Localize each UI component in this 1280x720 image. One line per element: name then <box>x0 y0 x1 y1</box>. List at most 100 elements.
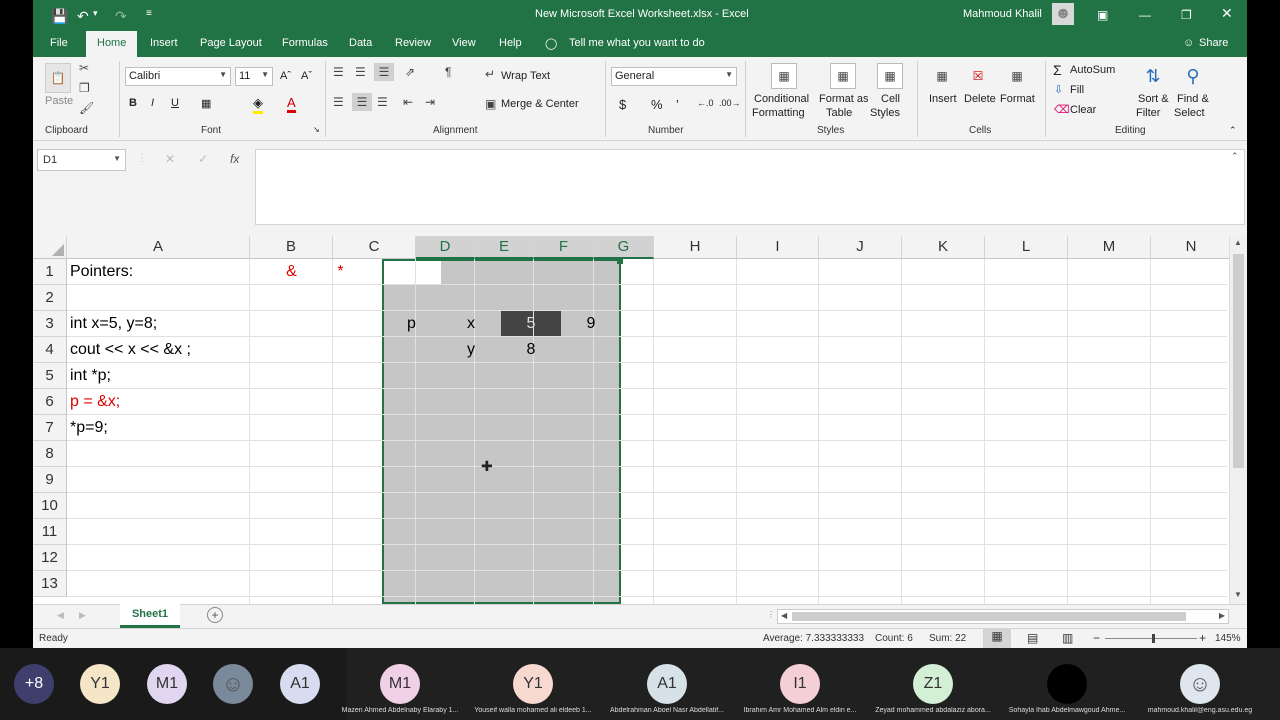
merge-center-button[interactable]: Merge & Center <box>501 98 579 110</box>
insert-cells-button[interactable]: Insert <box>929 93 957 105</box>
cell-A7[interactable]: *p=9; <box>70 415 108 441</box>
tab-data[interactable]: Data <box>349 37 372 49</box>
name-box[interactable]: D1 ▼ <box>37 149 126 171</box>
text-direction-icon[interactable]: ¶ <box>445 65 451 79</box>
delete-cells-button[interactable]: Delete <box>964 93 996 105</box>
underline-button[interactable]: U <box>171 97 179 109</box>
bold-button[interactable]: B <box>129 97 137 109</box>
zoom-slider[interactable] <box>1105 638 1197 639</box>
undo-dropdown-icon[interactable]: ▾ <box>93 8 98 19</box>
conditional-formatting-line1[interactable]: Conditional <box>754 93 809 105</box>
column-header-L[interactable]: L <box>985 236 1068 259</box>
find-select-line2[interactable]: Select <box>1174 107 1205 119</box>
clear-button[interactable]: Clear <box>1070 104 1096 116</box>
cell-C1[interactable]: * <box>299 259 382 285</box>
participant-avatar[interactable]: ☺ <box>213 664 253 704</box>
collapse-ribbon-icon[interactable]: ⌃ <box>1229 125 1237 136</box>
collapse-formula-bar-icon[interactable]: ⌃ <box>1231 151 1239 162</box>
horizontal-scrollbar[interactable]: ◀ ▶ <box>777 609 1229 624</box>
cell-G3[interactable]: 9 <box>561 311 621 337</box>
minimize-icon[interactable]: — <box>1139 8 1151 22</box>
format-as-table-line1[interactable]: Format as <box>819 93 869 105</box>
column-header-B[interactable]: B <box>250 236 333 259</box>
share-button[interactable]: Share <box>1199 37 1228 49</box>
format-painter-icon[interactable]: 🖌 <box>79 101 94 115</box>
sort-filter-line2[interactable]: Filter <box>1136 107 1160 119</box>
cell-A1[interactable]: Pointers: <box>70 259 133 285</box>
normal-view-icon[interactable]: ▦ <box>983 629 1011 648</box>
select-all-corner[interactable] <box>33 236 67 259</box>
page-layout-view-icon[interactable]: ▤ <box>1027 631 1038 645</box>
zoom-in-icon[interactable]: + <box>1199 631 1206 645</box>
participant-avatar[interactable]: Y1 <box>80 664 120 704</box>
prev-sheet-icon[interactable]: ◀ <box>57 610 64 621</box>
number-format-select[interactable]: General ▼ <box>611 67 737 86</box>
tab-view[interactable]: View <box>452 37 476 49</box>
format-as-table-line2[interactable]: Table <box>826 107 852 119</box>
column-header-H[interactable]: H <box>654 236 737 259</box>
cancel-icon[interactable]: ✕ <box>165 152 175 166</box>
user-avatar[interactable]: ☻ <box>1052 3 1074 25</box>
font-size-select[interactable]: 11 ▼ <box>235 67 273 86</box>
participant-avatar[interactable]: A1 <box>647 664 687 704</box>
bottom-align-icon[interactable]: ☰ <box>374 63 394 81</box>
sheet-tab-sheet1[interactable]: Sheet1 <box>120 604 180 628</box>
participant-avatar[interactable]: M1 <box>147 664 187 704</box>
middle-align-icon[interactable]: ☰ <box>355 65 366 79</box>
paste-icon[interactable]: 📋 <box>45 63 71 93</box>
column-header-C[interactable]: C <box>333 236 416 259</box>
font-color-icon[interactable]: A <box>287 95 296 113</box>
fill-button[interactable]: Fill <box>1070 84 1084 96</box>
currency-button[interactable]: $ <box>619 97 626 112</box>
zoom-out-icon[interactable]: − <box>1093 631 1100 645</box>
participant-avatar[interactable]: Z1 <box>913 664 953 704</box>
participant-avatar[interactable]: A1 <box>280 664 320 704</box>
font-dialog-launcher-icon[interactable]: ↘ <box>313 125 320 134</box>
format-cells-button[interactable]: Format <box>1000 93 1035 105</box>
status-average[interactable]: Average: 7.333333333 <box>763 633 864 644</box>
column-header-D[interactable]: D <box>416 236 475 259</box>
decrease-font-icon[interactable]: Aˇ <box>301 70 312 82</box>
tab-file[interactable]: File <box>50 37 68 49</box>
tab-review[interactable]: Review <box>395 37 431 49</box>
italic-button[interactable]: I <box>151 97 154 109</box>
participant-avatar[interactable]: +8 <box>14 664 54 704</box>
status-count[interactable]: Count: 6 <box>875 633 913 644</box>
row-header-5[interactable]: 5 <box>33 363 67 389</box>
save-icon[interactable]: 💾 <box>51 8 68 25</box>
participant-avatar[interactable]: M1 <box>380 664 420 704</box>
increase-decimal-icon[interactable]: ←.0 <box>697 98 714 108</box>
percent-button[interactable]: % <box>651 97 663 112</box>
find-select-line1[interactable]: Find & <box>1177 93 1209 105</box>
vertical-scrollbar[interactable]: ▲ ▼ <box>1229 236 1247 604</box>
align-center-icon[interactable]: ☰ <box>352 93 372 111</box>
active-cell-D1[interactable] <box>384 261 441 285</box>
cell-A3[interactable]: int x=5, y=8; <box>70 311 157 337</box>
horizontal-scroll-thumb[interactable] <box>792 612 1186 621</box>
column-header-F[interactable]: F <box>534 236 594 259</box>
row-header-8[interactable]: 8 <box>33 441 67 467</box>
increase-indent-icon[interactable]: ⇥ <box>425 95 435 109</box>
tab-help[interactable]: Help <box>499 37 522 49</box>
cell-F3[interactable]: 5 <box>501 311 561 337</box>
ribbon-display-options-icon[interactable]: ▣ <box>1097 8 1108 22</box>
cell-F4[interactable]: 8 <box>501 337 561 363</box>
tab-page-layout[interactable]: Page Layout <box>200 37 262 49</box>
column-header-I[interactable]: I <box>737 236 819 259</box>
cell-A4[interactable]: cout << x << &x ; <box>70 337 191 363</box>
participant-avatar[interactable] <box>1047 664 1087 704</box>
vertical-scroll-thumb[interactable] <box>1233 254 1244 468</box>
scroll-up-icon[interactable]: ▲ <box>1234 238 1242 247</box>
row-header-2[interactable]: 2 <box>33 285 67 311</box>
participant-avatar[interactable]: ☺ <box>1180 664 1220 704</box>
hscroll-options-icon[interactable]: ⋮ <box>767 610 775 619</box>
add-sheet-icon[interactable]: + <box>207 607 223 623</box>
decrease-indent-icon[interactable]: ⇤ <box>403 95 413 109</box>
decrease-decimal-icon[interactable]: .00→ <box>719 98 741 108</box>
restore-icon[interactable]: ❐ <box>1181 8 1192 22</box>
cell-styles-line1[interactable]: Cell <box>881 93 900 105</box>
row-header-10[interactable]: 10 <box>33 493 67 519</box>
participant-avatar[interactable]: I1 <box>780 664 820 704</box>
autosum-button[interactable]: AutoSum <box>1070 64 1115 76</box>
cell-A5[interactable]: int *p; <box>70 363 111 389</box>
